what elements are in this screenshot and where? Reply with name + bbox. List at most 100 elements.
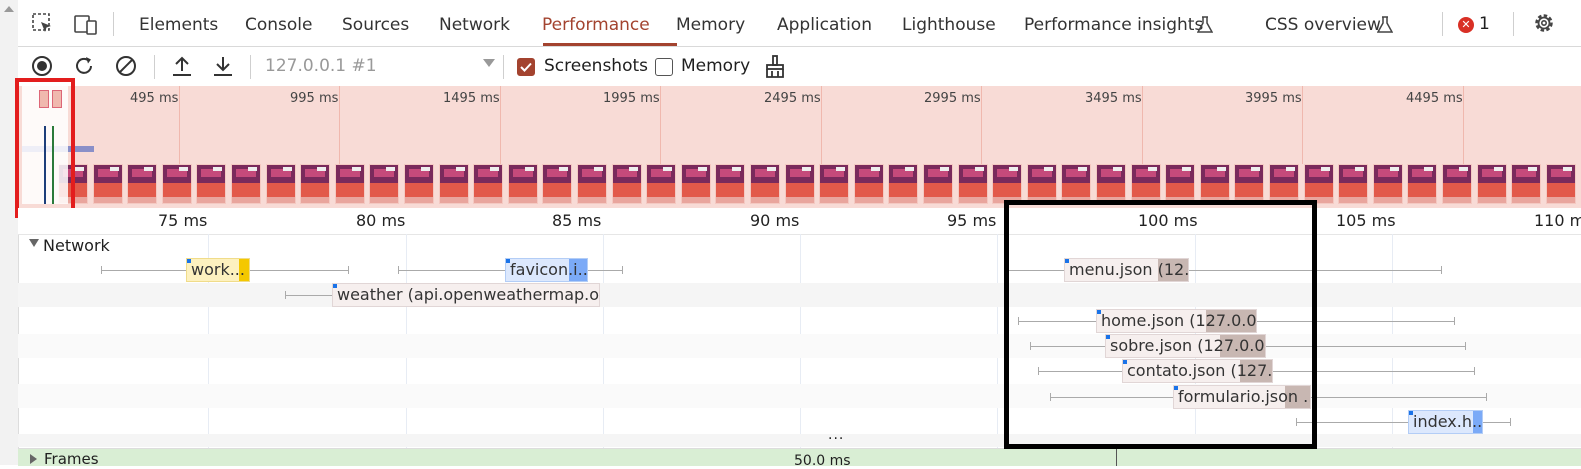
screenshot-thumbnail xyxy=(542,164,573,204)
device-toolbar-icon[interactable] xyxy=(74,14,98,36)
tab-memory[interactable]: Memory xyxy=(676,0,745,46)
tab-divider xyxy=(113,12,114,36)
clear-button[interactable] xyxy=(115,55,137,77)
overview-tick-label: 1495 ms xyxy=(443,91,500,106)
screenshot-thumbnail xyxy=(1511,164,1542,204)
ruler-tick-label: 95 ms xyxy=(947,211,997,230)
overview-grid-line xyxy=(1142,86,1143,164)
memory-checkbox[interactable] xyxy=(655,58,673,76)
tab-performance-insights[interactable]: Performance insights xyxy=(1024,0,1203,46)
request-wait-whisker xyxy=(1483,422,1510,423)
frames-track-title[interactable]: Frames xyxy=(44,450,99,468)
screenshot-thumbnail xyxy=(957,164,988,204)
toolbar-divider xyxy=(250,55,251,79)
network-request-bar[interactable]: favicon.i... xyxy=(505,258,588,282)
request-whisker-tick xyxy=(1465,342,1466,350)
target-select[interactable]: 127.0.0.1 #1 xyxy=(265,56,377,76)
tab-divider xyxy=(1513,12,1514,36)
screenshot-thumbnail xyxy=(404,164,434,204)
devtools-tab-bar: Elements Console Sources Network Perform… xyxy=(18,0,1581,47)
screenshot-thumbnail xyxy=(507,164,538,204)
focus-highlight-box xyxy=(1004,200,1317,449)
save-profile-download-icon[interactable] xyxy=(212,54,234,78)
ruler-tick-label: 85 ms xyxy=(552,211,602,230)
network-request-bar[interactable]: work... xyxy=(186,258,250,282)
memory-label[interactable]: Memory xyxy=(681,56,750,76)
screenshot-thumbnail xyxy=(680,164,711,204)
screenshots-label[interactable]: Screenshots xyxy=(544,56,648,76)
network-lane-stripe xyxy=(18,283,1581,307)
garbage-collect-broom-icon[interactable] xyxy=(764,55,786,79)
screenshot-thumbnail xyxy=(715,164,746,204)
screenshot-thumbnail xyxy=(1372,164,1403,204)
error-icon[interactable]: ✕ xyxy=(1458,17,1474,33)
screenshot-thumbnail xyxy=(784,164,815,204)
network-request-bar[interactable]: weather (api.openweathermap.org) xyxy=(332,283,600,307)
settings-gear-icon[interactable] xyxy=(1532,11,1556,35)
request-wait-whisker xyxy=(1311,397,1486,398)
record-button[interactable] xyxy=(31,55,53,77)
request-whisker-tick xyxy=(348,266,349,274)
selection-highlight-box xyxy=(15,78,75,218)
tab-elements[interactable]: Elements xyxy=(139,0,218,46)
request-whisker-tick xyxy=(285,291,286,299)
screenshot-thumbnail xyxy=(438,164,469,204)
screenshot-thumbnail xyxy=(853,164,884,204)
expand-more-indicator[interactable]: ... xyxy=(828,427,844,443)
network-track-title[interactable]: Network xyxy=(43,236,110,255)
screenshot-thumbnail xyxy=(473,164,504,204)
overview-tick-label: 3995 ms xyxy=(1245,91,1302,106)
timeline-overview[interactable]: 495 ms 995 ms 1495 ms 1995 ms 2495 ms 29… xyxy=(15,78,1581,218)
tab-performance[interactable]: Performance xyxy=(542,0,650,46)
screenshot-thumbnail xyxy=(577,164,607,204)
reload-record-button[interactable] xyxy=(73,55,95,77)
tab-css-overview[interactable]: CSS overview xyxy=(1265,0,1381,46)
tab-network[interactable]: Network xyxy=(439,0,510,46)
ruler-tick-label: 75 ms xyxy=(158,211,208,230)
screenshot-thumbnail xyxy=(1199,164,1230,204)
load-profile-upload-icon[interactable] xyxy=(171,54,193,78)
screenshot-thumbnail xyxy=(1442,164,1472,204)
request-wait-whisker xyxy=(250,270,348,271)
tab-console[interactable]: Console xyxy=(245,0,313,46)
tab-application[interactable]: Application xyxy=(777,0,872,46)
screenshot-thumbnail xyxy=(888,164,919,204)
screenshot-thumbnail xyxy=(646,164,677,204)
network-request-bar[interactable]: index.h... xyxy=(1408,410,1483,434)
inspect-element-icon[interactable] xyxy=(32,13,54,35)
scroll-up-icon[interactable] xyxy=(4,6,14,12)
overview-grid-line xyxy=(660,86,661,164)
overview-grid-line xyxy=(500,86,501,164)
tab-sources[interactable]: Sources xyxy=(342,0,409,46)
request-whisker-tick xyxy=(101,266,102,274)
request-label: weather (api.openweathermap.org) xyxy=(337,285,600,304)
screenshot-thumbnail xyxy=(127,164,158,204)
frames-track: Frames 50.0 ms xyxy=(18,448,1581,469)
screenshot-thumbnail xyxy=(1061,164,1092,204)
screenshots-checkbox[interactable] xyxy=(517,58,535,76)
collapse-arrow-icon[interactable] xyxy=(29,239,39,247)
screenshot-thumbnail xyxy=(1407,164,1438,204)
screenshot-thumbnail xyxy=(1476,164,1507,204)
request-wait-whisker xyxy=(101,270,187,271)
overview-tick-label: 995 ms xyxy=(290,91,339,106)
screenshot-thumbnail xyxy=(750,164,780,204)
screenshot-thumbnail xyxy=(369,164,400,204)
chevron-down-icon[interactable] xyxy=(483,59,495,67)
ruler-tick-label: 80 ms xyxy=(356,211,406,230)
overview-tick-label: 495 ms xyxy=(130,91,179,106)
active-tab-indicator xyxy=(543,43,677,46)
network-lane-stripe xyxy=(18,384,1581,408)
left-gutter xyxy=(0,0,19,465)
tab-lighthouse[interactable]: Lighthouse xyxy=(902,0,996,46)
request-wait-whisker xyxy=(398,270,505,271)
overview-grid-line xyxy=(981,86,982,164)
screenshot-thumbnail xyxy=(161,164,192,204)
error-count[interactable]: 1 xyxy=(1479,14,1490,34)
request-whisker-tick xyxy=(622,266,623,274)
screenshot-thumbnail xyxy=(196,164,227,204)
toolbar-divider xyxy=(154,55,155,79)
overview-tick-label: 1995 ms xyxy=(603,91,660,106)
overview-grid-line xyxy=(1463,86,1464,164)
frames-collapse-arrow-icon[interactable] xyxy=(30,454,37,464)
